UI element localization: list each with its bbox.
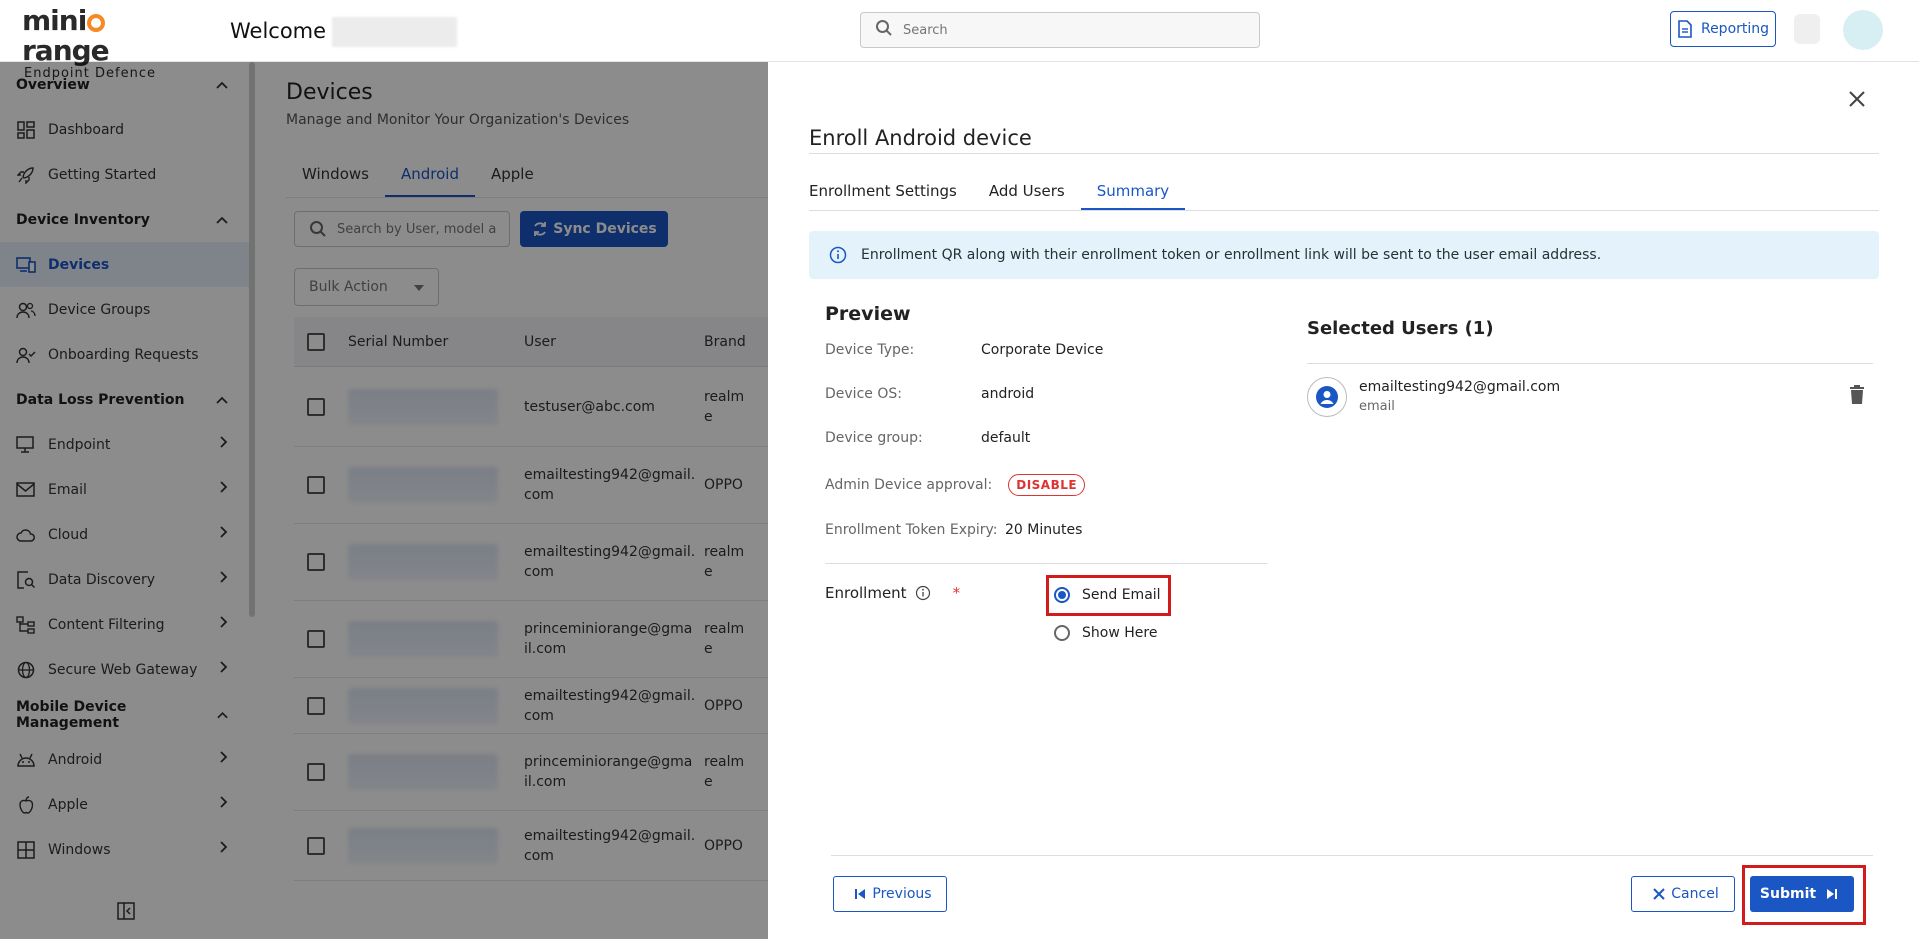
info-icon [829,246,847,264]
skip-back-icon [855,889,866,899]
token-expiry-row: Enrollment Token Expiry: 20 Minutes [825,522,1083,538]
radio-show-here[interactable]: Show Here [1054,625,1157,641]
device-os-row: Device OS: android [825,386,1035,402]
status-badge: DISABLE [1008,474,1086,496]
header-spacer [0,0,1919,62]
trash-icon[interactable] [1849,385,1865,409]
info-banner: Enrollment QR along with their enrollmen… [809,231,1879,279]
users-divider [1307,363,1873,364]
preview-heading: Preview [825,303,911,325]
user-avatar-icon [1307,377,1347,417]
tab-enrollment-settings[interactable]: Enrollment Settings [809,171,973,210]
panel-title: Enroll Android device [809,126,1032,150]
preview-divider [825,563,1267,564]
required-marker: * [952,584,961,602]
footer-divider [831,855,1873,856]
title-divider [809,153,1879,154]
previous-button[interactable]: Previous [833,876,947,912]
enroll-tabs: Enrollment Settings Add Users Summary [809,171,1879,211]
list-item: emailtesting942@gmail.com email [1307,377,1873,423]
admin-approval-row: Admin Device approval: DISABLE [825,474,1086,496]
tab-summary[interactable]: Summary [1080,171,1186,210]
device-group-row: Device group: default [825,430,1031,446]
highlight-box [1742,865,1866,925]
selected-users-heading: Selected Users (1) [1307,318,1494,339]
close-icon[interactable] [1848,90,1866,112]
info-icon[interactable] [915,585,931,601]
tab-add-users[interactable]: Add Users [973,171,1081,210]
enroll-android-panel: Enroll Android device Enrollment Setting… [768,62,1919,939]
enrollment-label: Enrollment * [825,584,961,602]
highlight-box [1046,575,1171,616]
close-icon [1653,888,1665,900]
user-email: emailtesting942@gmail.com [1359,379,1561,395]
device-type-row: Device Type: Corporate Device [825,342,1104,358]
user-type: email [1359,399,1395,414]
radio-button[interactable] [1054,625,1070,641]
cancel-button[interactable]: Cancel [1631,876,1735,912]
